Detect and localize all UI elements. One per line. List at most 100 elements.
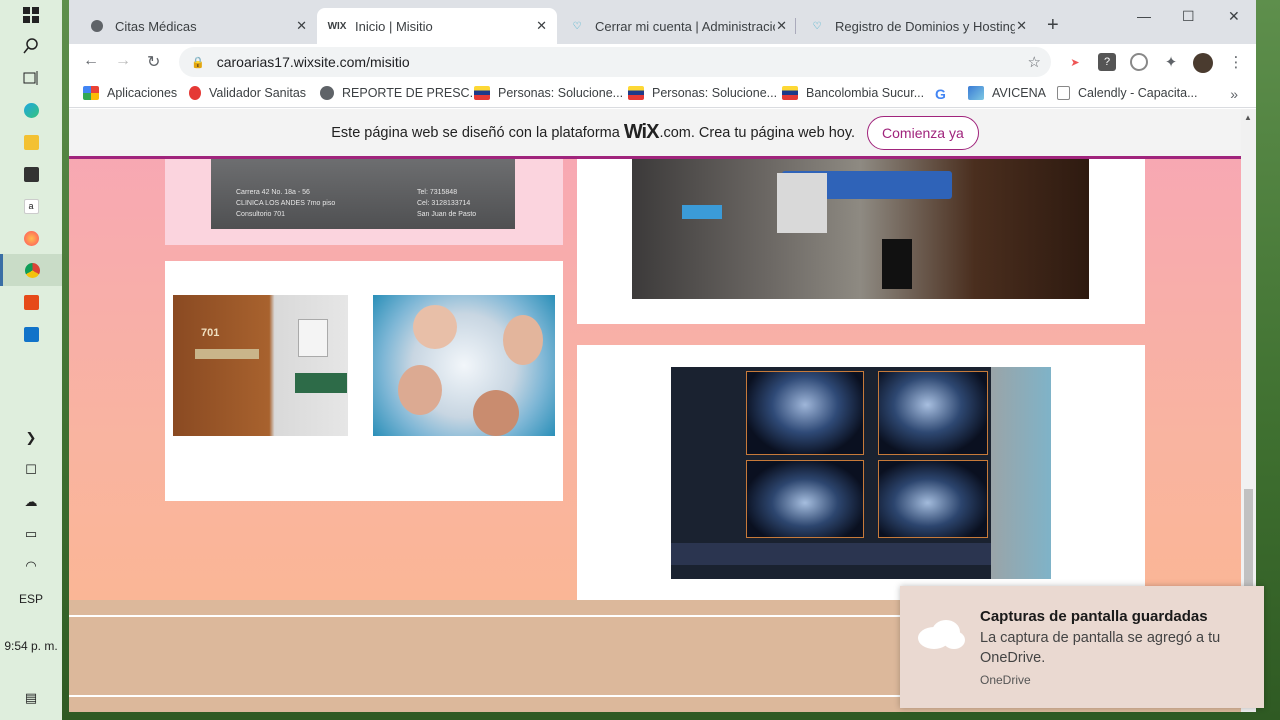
bookmark-personas-2[interactable]: Personas: Solucione... [628,86,777,100]
bookmarks-overflow-icon[interactable]: » [1230,86,1238,102]
close-icon[interactable]: ✕ [536,18,547,34]
bookmark-google[interactable]: G [935,86,946,102]
clinic-name: CLINICA LOS ANDES 7mo piso [236,200,336,207]
ultrasound-card [577,345,1145,601]
clinic-cel: Cel: 3128133714 [417,200,471,207]
notification-body: La captura de pantalla se agregó a tu On… [980,630,1221,666]
clock[interactable]: 9:54 p. m. [4,616,57,676]
store-icon[interactable] [0,158,62,190]
firefox-icon[interactable] [0,222,62,254]
bookmark-personas-1[interactable]: Personas: Solucione... [474,86,623,100]
extension-icon[interactable] [1130,53,1148,71]
maximize-button[interactable]: ☐ [1182,8,1195,25]
heart-icon: ♡ [572,20,582,32]
file-explorer-icon[interactable] [0,126,62,158]
comienza-ya-button[interactable]: Comienza ya [867,115,979,150]
bookmark-label: Calendly - Capacita... [1078,86,1198,100]
clinic-address: Carrera 42 No. 18a - 56 [236,189,310,196]
back-button[interactable]: ← [83,52,99,70]
globe-icon [320,86,334,100]
tab-registro-dominios[interactable]: ♡ Registro de Dominios y Hosting c ✕ [797,8,1037,44]
exam-room-card [577,159,1145,324]
bookmark-validador-sanitas[interactable]: Validador Sanitas [189,86,306,100]
avatar[interactable] [1193,53,1213,73]
bookmark-bancolombia[interactable]: Bancolombia Sucur... [782,86,924,100]
lock-icon[interactable]: 🔒 [191,56,205,69]
close-icon[interactable]: ✕ [1016,18,1027,34]
bookmark-label: Validador Sanitas [209,86,307,100]
tab-title: Citas Médicas [115,18,197,34]
onedrive-tray-icon[interactable]: ☁ [0,486,62,518]
tab-title: Registro de Dominios y Hosting c [835,18,1015,34]
avicena-icon [968,86,984,100]
search-icon[interactable] [0,30,62,62]
chrome-icon[interactable] [0,254,62,286]
close-icon[interactable]: ✕ [296,18,307,34]
bancolombia-icon [474,86,490,100]
puzzle-icon[interactable]: ✦ [1162,53,1180,71]
heart-icon: ♡ [812,20,822,32]
taskbar: a ❯ ☐ ☁ ▭ ◠ ESP 9:54 p. m. ▤ [0,0,62,720]
wix-banner-text: Este página web se diseñó con la platafo… [331,124,620,141]
help-extension-icon[interactable]: ? [1098,53,1116,71]
office-door-photo[interactable]: 701 [173,295,348,436]
bookmark-label: Bancolombia Sucur... [806,86,925,100]
close-icon[interactable]: ✕ [776,18,787,34]
bookmark-label: AVICENA [992,86,1046,100]
language-indicator[interactable]: ESP [19,582,43,616]
team-card: 701 [165,261,563,501]
address-bar[interactable]: 🔒 caroarias17.wixsite.com/misitio ☆ [179,47,1051,77]
battery-icon[interactable]: ▭ [0,518,62,550]
bookmarks-bar: Aplicaciones Validador Sanitas REPORTE D… [69,80,1256,108]
action-center-icon[interactable]: ▤ [0,676,62,720]
clinic-sign-photo[interactable]: Carrera 42 No. 18a - 56 CLINICA LOS ANDE… [211,159,515,229]
sanitas-icon [189,86,201,100]
bookmark-aplicaciones[interactable]: Aplicaciones [83,86,177,100]
phone-link-icon[interactable]: ☐ [0,454,62,486]
tab-citas-medicas[interactable]: Citas Médicas ✕ [77,8,317,44]
notification-source: OneDrive [980,673,1031,687]
onedrive-notification[interactable]: Capturas de pantalla guardadas La captur… [900,586,1264,708]
cloud-icon [918,620,965,649]
tab-title: Cerrar mi cuenta | Administración [595,18,775,34]
document-icon [1057,86,1070,100]
surgeons-photo[interactable] [373,295,555,436]
amazon-icon[interactable]: a [0,190,62,222]
bookmark-avicena[interactable]: AVICENA [968,86,1046,100]
menu-icon[interactable]: ⋮ [1227,53,1245,71]
tab-inicio-misitio[interactable]: WIX Inicio | Misitio ✕ [317,8,557,44]
start-icon[interactable] [0,0,62,30]
bookmark-calendly[interactable]: Calendly - Capacita... [1057,86,1198,100]
tab-title: Inicio | Misitio [355,18,433,34]
wix-promo-banner: Este página web se diseñó con la platafo… [69,109,1241,159]
office-icon[interactable] [0,286,62,318]
task-view-icon[interactable] [0,62,62,94]
bookmark-star-icon[interactable]: ☆ [1028,53,1041,71]
clinic-card: Carrera 42 No. 18a - 56 CLINICA LOS ANDE… [165,159,563,245]
url-text: caroarias17.wixsite.com/misitio [216,54,410,70]
bookmark-label: Personas: Solucione... [652,86,778,100]
wifi-icon[interactable]: ◠ [0,550,62,582]
ultrasound-screen-photo[interactable] [671,367,1051,579]
exam-room-photo[interactable] [632,159,1089,299]
tab-separator [795,18,796,34]
toolbar: ← → ↻ 🔒 caroarias17.wixsite.com/misitio … [69,44,1256,80]
chevron-right-icon[interactable]: ❯ [0,422,62,454]
wix-banner-text-after: . Crea tu página web hoy. [690,124,856,141]
tab-cerrar-cuenta[interactable]: ♡ Cerrar mi cuenta | Administración ✕ [557,8,797,44]
bookmark-reporte[interactable]: REPORTE DE PRESC... [320,86,480,100]
reload-button[interactable]: ↻ [147,52,160,72]
bookmark-label: Aplicaciones [107,86,178,100]
apps-grid-icon [83,86,99,100]
forward-button[interactable]: → [115,52,131,70]
minimize-button[interactable]: — [1137,8,1151,24]
wix-icon: WIX [327,20,347,32]
new-tab-button[interactable]: + [1047,14,1059,37]
bookmark-label: Personas: Solucione... [498,86,624,100]
close-window-button[interactable]: ✕ [1228,8,1240,25]
scroll-up-icon[interactable]: ▲ [1244,113,1252,122]
mail-icon[interactable] [0,318,62,350]
bancolombia-icon [782,86,798,100]
edge-icon[interactable] [0,94,62,126]
clinic-tel: Tel: 7315848 [417,189,458,196]
